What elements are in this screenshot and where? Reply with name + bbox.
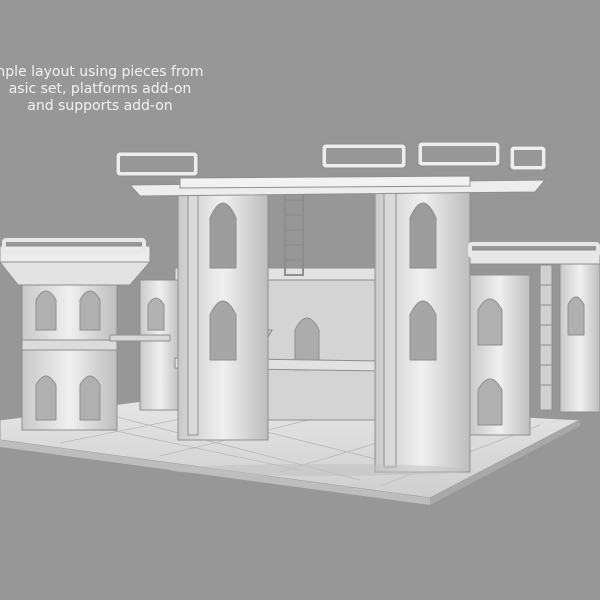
terrain-model-render (0, 141, 600, 505)
ground-shadow (170, 464, 470, 476)
product-image: nple layout using pieces from asic set, … (0, 0, 600, 600)
back-left-section (109, 279, 181, 411)
right-section (469, 249, 600, 436)
